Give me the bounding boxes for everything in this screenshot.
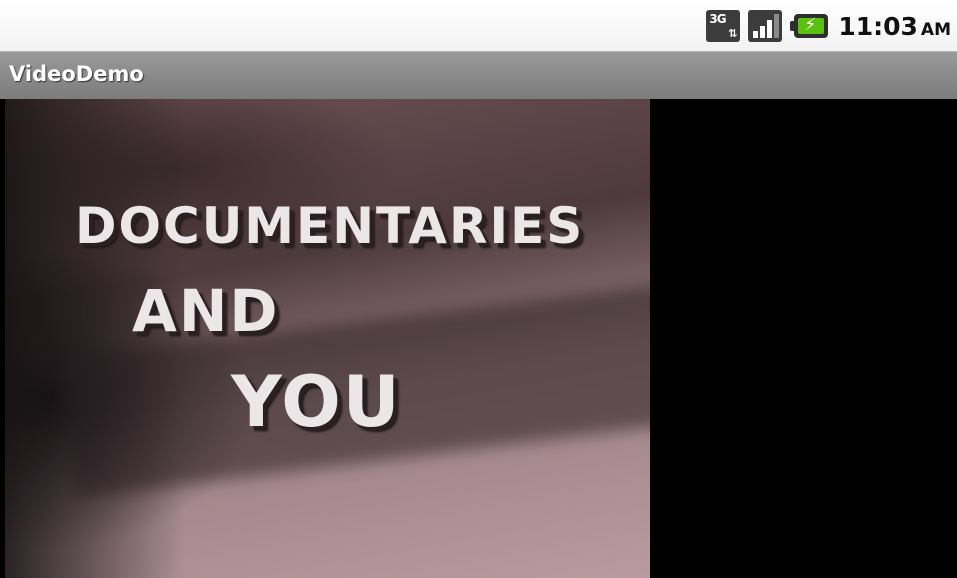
network-type-label: 3G <box>709 12 726 26</box>
video-caption-line3: YOU <box>231 361 402 443</box>
app-title: VideoDemo <box>9 62 144 86</box>
video-caption-line1: DOCUMENTARIES <box>75 197 585 255</box>
video-caption-line2: AND <box>132 277 280 345</box>
clock: 11:03 AM <box>838 12 951 41</box>
clock-time: 11:03 <box>838 11 918 41</box>
network-activity-arrows: ⇅ <box>728 27 738 40</box>
clock-ampm: AM <box>920 19 951 40</box>
status-icons: 3G ⇅ ⚡ 11:03 AM <box>706 10 951 42</box>
video-view-container: DOCUMENTARIES AND YOU <box>0 99 957 578</box>
3g-data-icon: 3G ⇅ <box>706 10 741 42</box>
status-bar: 3G ⇅ ⚡ 11:03 AM <box>0 0 957 51</box>
video-view[interactable]: DOCUMENTARIES AND YOU <box>5 99 650 578</box>
battery-charging-icon: ⚡ <box>790 14 830 38</box>
app-title-bar: VideoDemo <box>0 51 957 99</box>
signal-strength-icon <box>748 10 783 42</box>
